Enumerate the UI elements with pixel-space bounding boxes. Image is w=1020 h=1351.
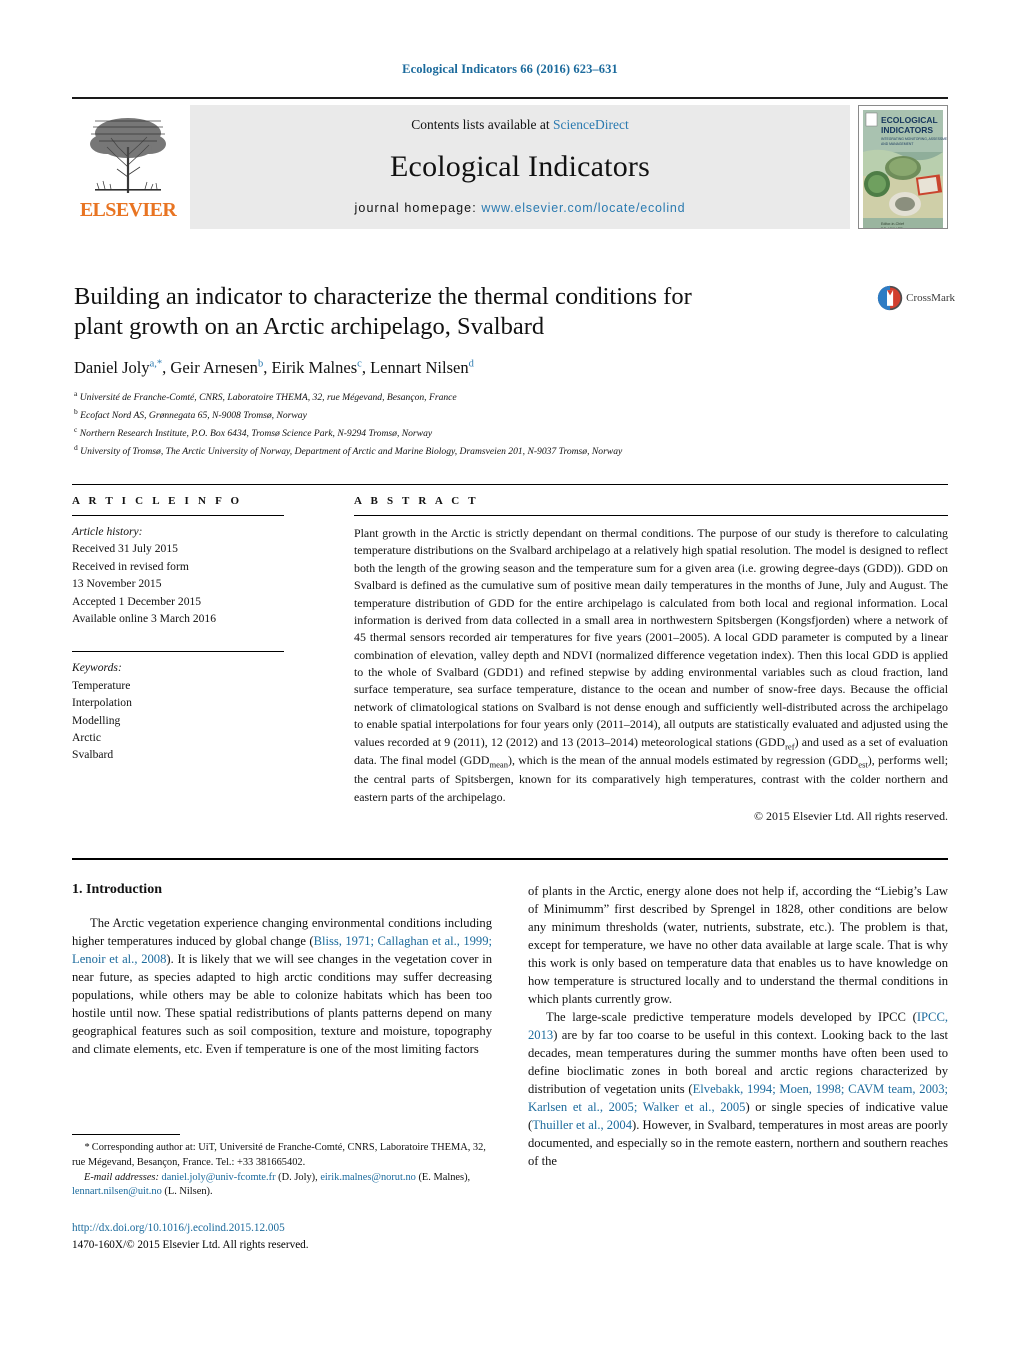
paper-page: Ecological Indicators 66 (2016) 623–631	[0, 0, 1020, 1351]
cover-art: ECOLOGICAL INDICATORS INTEGRATING MONITO…	[859, 106, 947, 229]
section-divider	[72, 858, 948, 860]
keyword-item: Modelling	[72, 713, 121, 727]
affiliation-item: c Northern Research Institute, P.O. Box …	[74, 424, 874, 442]
affiliation-marker: d	[74, 442, 78, 452]
homepage-url-link[interactable]: www.elsevier.com/locate/ecolind	[481, 201, 685, 215]
right-column: of plants in the Arctic, energy alone do…	[528, 882, 948, 1254]
divider	[72, 515, 284, 516]
svg-text:F.E. MÜLLER: F.E. MÜLLER	[881, 227, 903, 229]
intro-paragraph: The Arctic vegetation experience changin…	[72, 916, 493, 1056]
email-addresses-note: E-mail addresses: daniel.joly@univ-fcomt…	[72, 1171, 471, 1198]
abstract-text: Plant growth in the Arctic is strictly d…	[354, 526, 949, 804]
history-item: 13 November 2015	[72, 577, 162, 591]
keyword-item: Svalbard	[72, 748, 114, 762]
issn-copyright-line: 1470-160X/© 2015 Elsevier Ltd. All right…	[72, 1238, 309, 1251]
footnote-block: * Corresponding author at: UiT, Universi…	[72, 1134, 492, 1254]
crossmark-label: CrossMark	[906, 292, 955, 304]
homepage-label: journal homepage:	[354, 201, 477, 215]
svg-text:ECOLOGICAL: ECOLOGICAL	[881, 115, 938, 125]
info-abstract-section: A R T I C L E I N F O Article history: R…	[72, 484, 948, 824]
keyword-item: Temperature	[72, 678, 131, 692]
left-column: 1. Introduction The Arctic vegetation ex…	[72, 882, 492, 1254]
elsevier-wordmark: ELSEVIER	[79, 199, 177, 221]
intro-paragraph-2: The large-scale predictive temperature m…	[528, 1010, 948, 1168]
doi-link[interactable]: http://dx.doi.org/10.1016/j.ecolind.2015…	[72, 1220, 492, 1237]
affiliation-text: University of Tromsø, The Arctic Univers…	[80, 446, 623, 458]
author-list: Daniel Jolya,*, Geir Arnesenb, Eirik Mal…	[74, 357, 474, 377]
running-head: Ecological Indicators 66 (2016) 623–631	[402, 62, 618, 76]
divider	[354, 515, 948, 516]
banner-center: Contents lists available at ScienceDirec…	[190, 105, 850, 229]
keywords-list: Temperature Interpolation Modelling Arct…	[72, 677, 334, 764]
affiliation-marker: c	[74, 424, 78, 434]
article-info-heading: A R T I C L E I N F O	[72, 495, 243, 507]
elsevier-tree-icon	[90, 118, 166, 193]
elsevier-logo: ELSEVIER	[72, 105, 184, 229]
journal-title: Ecological Indicators	[390, 150, 650, 183]
affiliation-marker: b	[74, 406, 78, 416]
abstract-heading: A B S T R A C T	[354, 495, 479, 507]
article-info-column: A R T I C L E I N F O Article history: R…	[72, 485, 334, 824]
doi-block: http://dx.doi.org/10.1016/j.ecolind.2015…	[72, 1220, 492, 1254]
contents-available-line: Contents lists available at ScienceDirec…	[411, 117, 628, 133]
affiliation-marker: a	[74, 388, 78, 398]
history-item: Available online 3 March 2016	[72, 611, 217, 625]
journal-homepage-line: journal homepage: www.elsevier.com/locat…	[355, 201, 686, 215]
journal-cover-thumbnail: ECOLOGICAL INDICATORS INTEGRATING MONITO…	[858, 105, 948, 229]
svg-text:Editor-in-Chief: Editor-in-Chief	[881, 222, 904, 226]
corresponding-author-note: * Corresponding author at: UiT, Universi…	[72, 1142, 486, 1168]
article-history-label: Article history:	[72, 525, 143, 538]
page-title: Building an indicator to characterize th…	[74, 283, 692, 340]
svg-text:AND MANAGEMENT: AND MANAGEMENT	[881, 142, 913, 146]
divider	[72, 651, 284, 653]
footnote-divider	[72, 1134, 180, 1135]
affiliation-list: a Université de Franche-Comté, CNRS, Lab…	[74, 388, 874, 460]
affiliation-text: Université de Franche-Comté, CNRS, Labor…	[79, 391, 457, 403]
affiliation-item: d University of Tromsø, The Arctic Unive…	[74, 442, 874, 460]
abstract-column: A B S T R A C T Plant growth in the Arct…	[334, 485, 948, 824]
keyword-item: Arctic	[72, 730, 101, 744]
body-columns: 1. Introduction The Arctic vegetation ex…	[72, 882, 948, 1254]
keyword-item: Interpolation	[72, 696, 132, 710]
affiliation-item: b Ecofact Nord AS, Grønnegata 65, N-9008…	[74, 406, 874, 424]
affiliation-text: Northern Research Institute, P.O. Box 64…	[79, 428, 433, 440]
sciencedirect-link[interactable]: ScienceDirect	[553, 117, 629, 132]
affiliation-text: Ecofact Nord AS, Grønnegata 65, N-9008 T…	[80, 409, 307, 421]
crossmark-icon	[877, 285, 903, 311]
section-heading-introduction: 1. Introduction	[72, 882, 162, 897]
history-item: Received 31 July 2015	[72, 542, 178, 556]
intro-paragraph-continued: of plants in the Arctic, energy alone do…	[528, 884, 948, 1006]
svg-text:INTEGRATING MONITORING, ASSESS: INTEGRATING MONITORING, ASSESSMENT	[881, 137, 947, 141]
contents-prefix: Contents lists available at	[411, 117, 553, 132]
abstract-copyright: © 2015 Elsevier Ltd. All rights reserved…	[754, 809, 948, 823]
history-item: Received in revised form	[72, 559, 189, 573]
affiliation-item: a Université de Franche-Comté, CNRS, Lab…	[74, 388, 874, 406]
journal-banner: ELSEVIER Contents lists available at Sci…	[72, 97, 948, 229]
crossmark-badge[interactable]: CrossMark	[877, 283, 955, 313]
title-block: Building an indicator to characterize th…	[74, 282, 874, 460]
history-item: Accepted 1 December 2015	[72, 594, 202, 608]
svg-text:INDICATORS: INDICATORS	[881, 125, 933, 135]
keywords-label: Keywords:	[72, 661, 122, 675]
article-history-list: Received 31 July 2015 Received in revise…	[72, 540, 334, 627]
